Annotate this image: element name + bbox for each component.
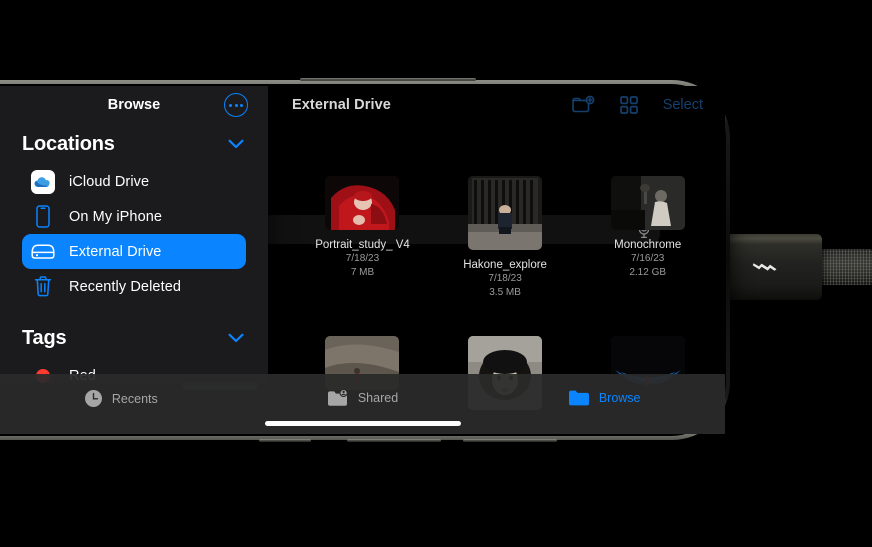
chevron-down-icon[interactable] bbox=[228, 139, 244, 149]
home-indicator bbox=[264, 421, 461, 426]
file-size: 2.12 GB bbox=[629, 267, 667, 278]
ellipsis-circle-icon[interactable] bbox=[224, 93, 248, 117]
device-side-button-mute bbox=[259, 439, 311, 442]
page-title: External Drive bbox=[292, 97, 391, 113]
file-thumbnail bbox=[468, 176, 543, 250]
files-app: External Drive Select Portrait_study_ V4… bbox=[0, 86, 725, 434]
file-name: Portrait_study_ V4 bbox=[315, 239, 410, 251]
sidebar: Browse Locations iCloud Drive On My iPho… bbox=[0, 86, 268, 384]
sidebar-section-title: Tags bbox=[22, 326, 67, 349]
sidebar-item-recently-deleted[interactable]: Recently Deleted bbox=[22, 269, 246, 304]
iphone-icon bbox=[30, 205, 56, 228]
trash-icon bbox=[30, 276, 56, 297]
screenshot-scene: External Drive Select Portrait_study_ V4… bbox=[0, 0, 872, 547]
sidebar-item-label: External Drive bbox=[69, 243, 162, 260]
file-name: Hakone_explore bbox=[463, 259, 547, 271]
monochrome-room-thumbnail bbox=[610, 176, 685, 230]
sidebar-title: Browse bbox=[107, 97, 161, 113]
file-item[interactable]: Hakone_explore 7/18/23 3.5 MB bbox=[434, 166, 577, 300]
file-thumbnail bbox=[610, 176, 685, 230]
phone-screen: External Drive Select Portrait_study_ V4… bbox=[0, 86, 725, 434]
device-side-button-volume-up bbox=[347, 439, 441, 442]
nav-actions: Select bbox=[571, 95, 703, 115]
hakone-street-thumbnail bbox=[468, 176, 543, 250]
device-side-button-top bbox=[300, 78, 476, 81]
icloud-drive-icon bbox=[30, 169, 56, 194]
device-side-button-volume-down bbox=[463, 439, 557, 442]
file-date: 7/18/23 bbox=[345, 253, 380, 264]
tab-label: Shared bbox=[357, 391, 399, 405]
thunderbolt-connector bbox=[724, 234, 822, 300]
sidebar-item-on-my-iphone[interactable]: On My iPhone bbox=[22, 199, 246, 234]
sidebar-item-icloud-drive[interactable]: iCloud Drive bbox=[22, 164, 246, 199]
ellipsis-dot bbox=[234, 103, 238, 107]
file-size: 7 MB bbox=[350, 267, 375, 278]
tab-browse[interactable]: Browse bbox=[483, 374, 725, 407]
tab-label: Recents bbox=[111, 391, 158, 406]
red-portrait-thumbnail bbox=[325, 176, 400, 230]
folder-icon bbox=[568, 390, 589, 406]
sidebar-section-title: Locations bbox=[22, 132, 115, 155]
file-item[interactable]: Portrait_study_ V4 7/18/23 7 MB bbox=[291, 166, 434, 300]
file-date: 7/18/23 bbox=[488, 273, 522, 284]
sidebar-header: Browse bbox=[0, 86, 268, 124]
select-button[interactable]: Select bbox=[663, 97, 703, 113]
thunderbolt-bolt-icon bbox=[752, 263, 777, 271]
sidebar-item-label: iCloud Drive bbox=[69, 173, 150, 190]
sidebar-item-label: On My iPhone bbox=[69, 208, 163, 225]
new-folder-icon[interactable] bbox=[571, 95, 595, 115]
ellipsis-dot bbox=[239, 103, 243, 107]
grid-view-icon[interactable] bbox=[619, 95, 639, 115]
file-item[interactable]: Monochrome 7/16/23 2.12 GB bbox=[576, 166, 719, 300]
external-drive-icon bbox=[30, 243, 56, 260]
sidebar-item-external-drive[interactable]: External Drive bbox=[22, 234, 246, 269]
sidebar-section-tags[interactable]: Tags bbox=[0, 318, 268, 358]
ellipsis-dot bbox=[229, 103, 233, 107]
chevron-down-icon[interactable] bbox=[228, 333, 244, 343]
tab-bar: Recents Shared Browse bbox=[0, 374, 725, 434]
cloud-glyph bbox=[34, 176, 50, 187]
tab-recents[interactable]: Recents bbox=[0, 374, 242, 408]
sidebar-section-locations[interactable]: Locations bbox=[0, 124, 268, 164]
file-date: 7/16/23 bbox=[631, 253, 665, 264]
shared-folder-icon bbox=[327, 389, 348, 406]
file-size: 3.5 MB bbox=[489, 287, 521, 298]
file-name: Monochrome bbox=[614, 239, 682, 251]
tab-shared[interactable]: Shared bbox=[242, 374, 484, 407]
file-thumbnail bbox=[325, 176, 400, 230]
sidebar-item-label: Recently Deleted bbox=[69, 278, 182, 295]
clock-icon bbox=[84, 390, 102, 407]
tab-label: Browse bbox=[598, 391, 641, 405]
